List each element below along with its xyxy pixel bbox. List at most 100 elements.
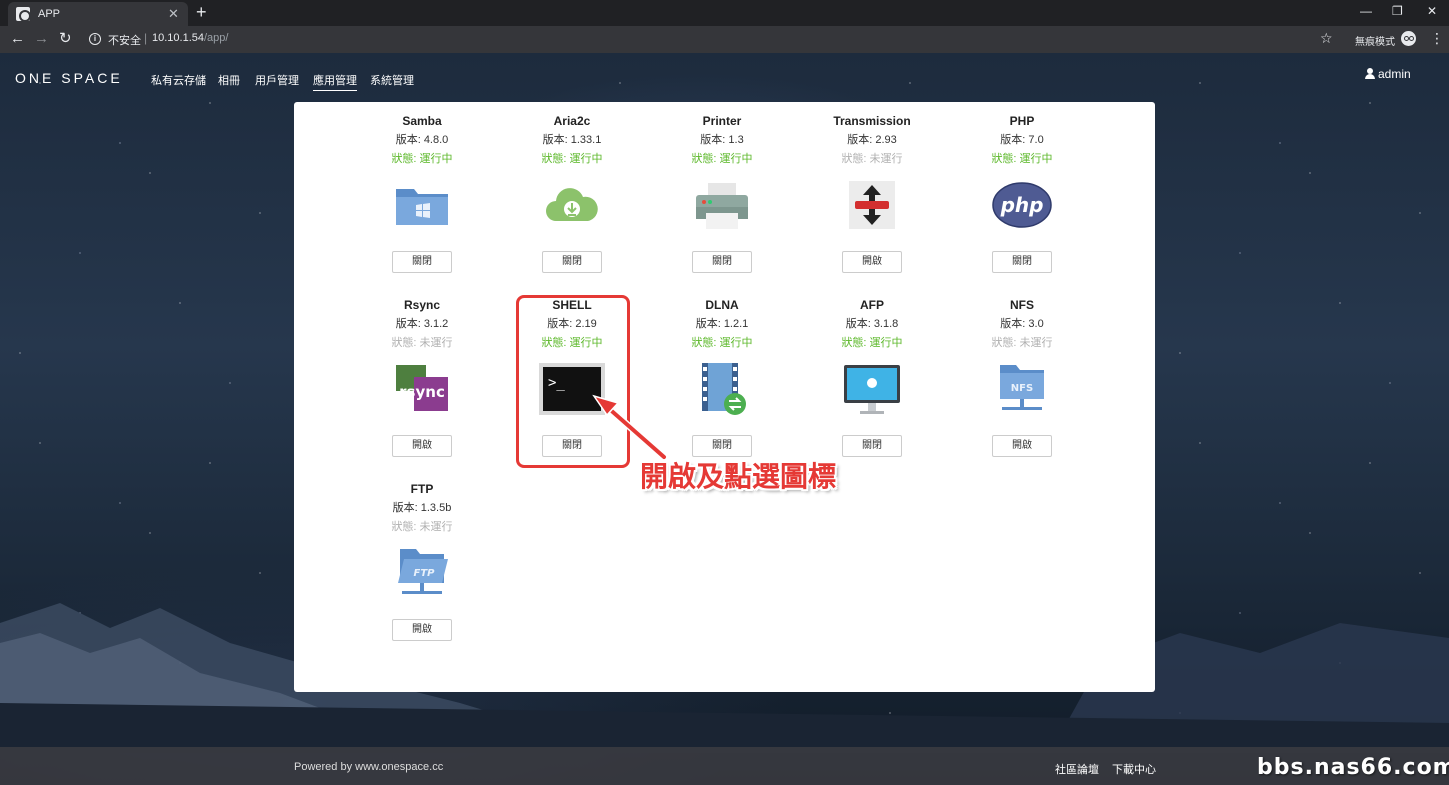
nav-item-system[interactable]: 系統管理 — [370, 72, 414, 88]
app-version: 版本: 1.3.5b — [392, 502, 452, 514]
svg-text:php: php — [1000, 193, 1044, 217]
app-version: 版本: 3.0 — [1000, 318, 1044, 330]
app-version: 版本: 1.2.1 — [695, 318, 749, 330]
app-status: 狀態: 未運行 — [391, 521, 453, 533]
incognito-label: 無痕模式 — [1355, 37, 1395, 48]
minimize-button[interactable]: — — [1360, 4, 1372, 18]
app-name: AFP — [860, 298, 884, 312]
app-card-samba: Samba 版本: 4.8.0 狀態: 運行中 關閉 — [347, 112, 497, 273]
app-version: 版本: 2.93 — [847, 134, 897, 146]
footer-link-download[interactable]: 下載中心 — [1112, 761, 1156, 777]
film-share-icon[interactable] — [692, 359, 752, 419]
tab-favicon-icon — [16, 7, 31, 22]
app-name: Printer — [702, 114, 742, 128]
user-menu[interactable]: admin — [1365, 67, 1411, 81]
toggle-button[interactable]: 關閉 — [842, 435, 902, 457]
app-status: 狀態: 運行中 — [991, 153, 1053, 165]
nfs-folder-icon[interactable]: NFS — [992, 359, 1052, 419]
app-status: 狀態: 運行中 — [691, 153, 753, 165]
insecure-label[interactable]: 不安全 — [108, 32, 141, 48]
nav-item-album[interactable]: 相冊 — [218, 72, 240, 88]
tab-close-icon[interactable]: ✕ — [168, 6, 179, 22]
page: ONE SPACE 私有云存儲 相冊 用戶管理 應用管理 系統管理 admin … — [0, 53, 1449, 785]
url-host: 10.10.1.54 — [152, 32, 204, 44]
toggle-button[interactable]: 開啟 — [392, 619, 452, 641]
reload-icon[interactable]: ↻ — [59, 31, 72, 47]
app-name: Transmission — [833, 114, 911, 128]
info-icon[interactable]: i — [89, 33, 101, 45]
nav-item-private-cloud[interactable]: 私有云存儲 — [151, 72, 206, 88]
nav-item-users[interactable]: 用戶管理 — [255, 72, 299, 88]
app-status: 狀態: 未運行 — [841, 153, 903, 165]
app-version: 版本: 1.33.1 — [542, 134, 602, 146]
app-status: 狀態: 未運行 — [391, 337, 453, 349]
folder-windows-icon[interactable] — [392, 175, 452, 235]
toggle-button[interactable]: 關閉 — [692, 251, 752, 273]
browser-tab[interactable]: APP ✕ — [8, 2, 188, 26]
nav-item-apps[interactable]: 應用管理 — [313, 72, 357, 91]
app-card-dlna: DLNA 版本: 1.2.1 狀態: 運行中 關閉 — [647, 296, 797, 457]
app-name: Aria2c — [553, 114, 591, 128]
bookmark-star-icon[interactable]: ☆ — [1320, 30, 1333, 47]
toggle-button[interactable]: 開啟 — [842, 251, 902, 273]
svg-text:NFS: NFS — [1011, 383, 1033, 394]
address-bar[interactable]: 10.10.1.54/app/ — [152, 32, 228, 44]
tab-title: APP — [38, 8, 61, 20]
incognito-icon[interactable] — [1401, 31, 1416, 46]
app-card-printer: Printer 版本: 1.3 狀態: 運行中 關閉 — [647, 112, 797, 273]
annotation-label: 開啟及點選圖標 — [640, 461, 837, 492]
app-card-ftp: FTP 版本: 1.3.5b 狀態: 未運行 FTP 開啟 — [347, 480, 497, 641]
cloud-download-icon[interactable] — [542, 175, 602, 235]
toggle-button[interactable]: 開啟 — [992, 435, 1052, 457]
svg-text:FTP: FTP — [414, 568, 436, 579]
app-version: 版本: 7.0 — [1000, 134, 1044, 146]
app-name: PHP — [1009, 114, 1035, 128]
rsync-icon[interactable]: rsync — [392, 359, 452, 419]
footer-link-forum[interactable]: 社區論壇 — [1055, 761, 1099, 777]
toggle-button[interactable]: 關閉 — [542, 251, 602, 273]
back-arrow-icon[interactable]: ← — [10, 31, 25, 47]
new-tab-button[interactable]: + — [196, 3, 207, 21]
app-name: Samba — [402, 114, 442, 128]
toggle-button[interactable]: 關閉 — [992, 251, 1052, 273]
app-panel: Samba 版本: 4.8.0 狀態: 運行中 關閉 Aria2c 版本: 1.… — [294, 102, 1155, 692]
app-card-rsync: Rsync 版本: 3.1.2 狀態: 未運行 rsync 開啟 — [347, 296, 497, 457]
php-icon[interactable]: php — [992, 175, 1052, 235]
browser-tabbar: APP ✕ + — ❐ ✕ — [0, 0, 1449, 26]
transmission-icon[interactable] — [842, 175, 902, 235]
app-version: 版本: 3.1.8 — [845, 318, 899, 330]
shell-highlight-box — [516, 295, 630, 468]
toggle-button[interactable]: 關閉 — [692, 435, 752, 457]
app-version: 版本: 1.3 — [700, 134, 744, 146]
app-card-transmission: Transmission 版本: 2.93 狀態: 未運行 開啟 — [797, 112, 947, 273]
app-card-php: PHP 版本: 7.0 狀態: 運行中 php 關閉 — [947, 112, 1097, 273]
app-status: 狀態: 運行中 — [841, 337, 903, 349]
toggle-button[interactable]: 關閉 — [392, 251, 452, 273]
brand-logo[interactable]: ONE SPACE — [15, 70, 123, 86]
restore-button[interactable]: ❐ — [1392, 4, 1403, 18]
svg-text:rsync: rsync — [399, 383, 445, 401]
footer: Powered by www.onespace.cc 社區論壇 下載中心 bbs… — [0, 747, 1449, 785]
user-icon — [1365, 68, 1375, 79]
app-name: NFS — [1010, 298, 1034, 312]
app-status: 狀態: 運行中 — [541, 153, 603, 165]
app-version: 版本: 4.8.0 — [395, 134, 449, 146]
app-name: DLNA — [705, 298, 739, 312]
browser-menu-icon[interactable]: ⋮ — [1430, 30, 1444, 47]
app-status: 狀態: 運行中 — [391, 153, 453, 165]
imac-icon[interactable] — [842, 359, 902, 419]
toggle-button[interactable]: 開啟 — [392, 435, 452, 457]
close-window-button[interactable]: ✕ — [1427, 4, 1437, 18]
powered-by: Powered by www.onespace.cc — [294, 761, 444, 773]
watermark: bbs.nas66.com — [1257, 755, 1449, 780]
forward-arrow-icon[interactable]: → — [34, 31, 49, 47]
app-card-nfs: NFS 版本: 3.0 狀態: 未運行 NFS 開啟 — [947, 296, 1097, 457]
app-card-afp: AFP 版本: 3.1.8 狀態: 運行中 關閉 — [797, 296, 947, 457]
browser-toolbar: ← → ↻ i 不安全 | 10.10.1.54/app/ ☆ 無痕模式 ⋮ — [0, 26, 1449, 53]
username: admin — [1378, 67, 1411, 81]
app-name: Rsync — [403, 298, 441, 312]
app-name: FTP — [410, 482, 434, 496]
printer-icon[interactable] — [692, 175, 752, 235]
ftp-folder-icon[interactable]: FTP — [392, 543, 452, 603]
app-card-aria2c: Aria2c 版本: 1.33.1 狀態: 運行中 關閉 — [497, 112, 647, 273]
